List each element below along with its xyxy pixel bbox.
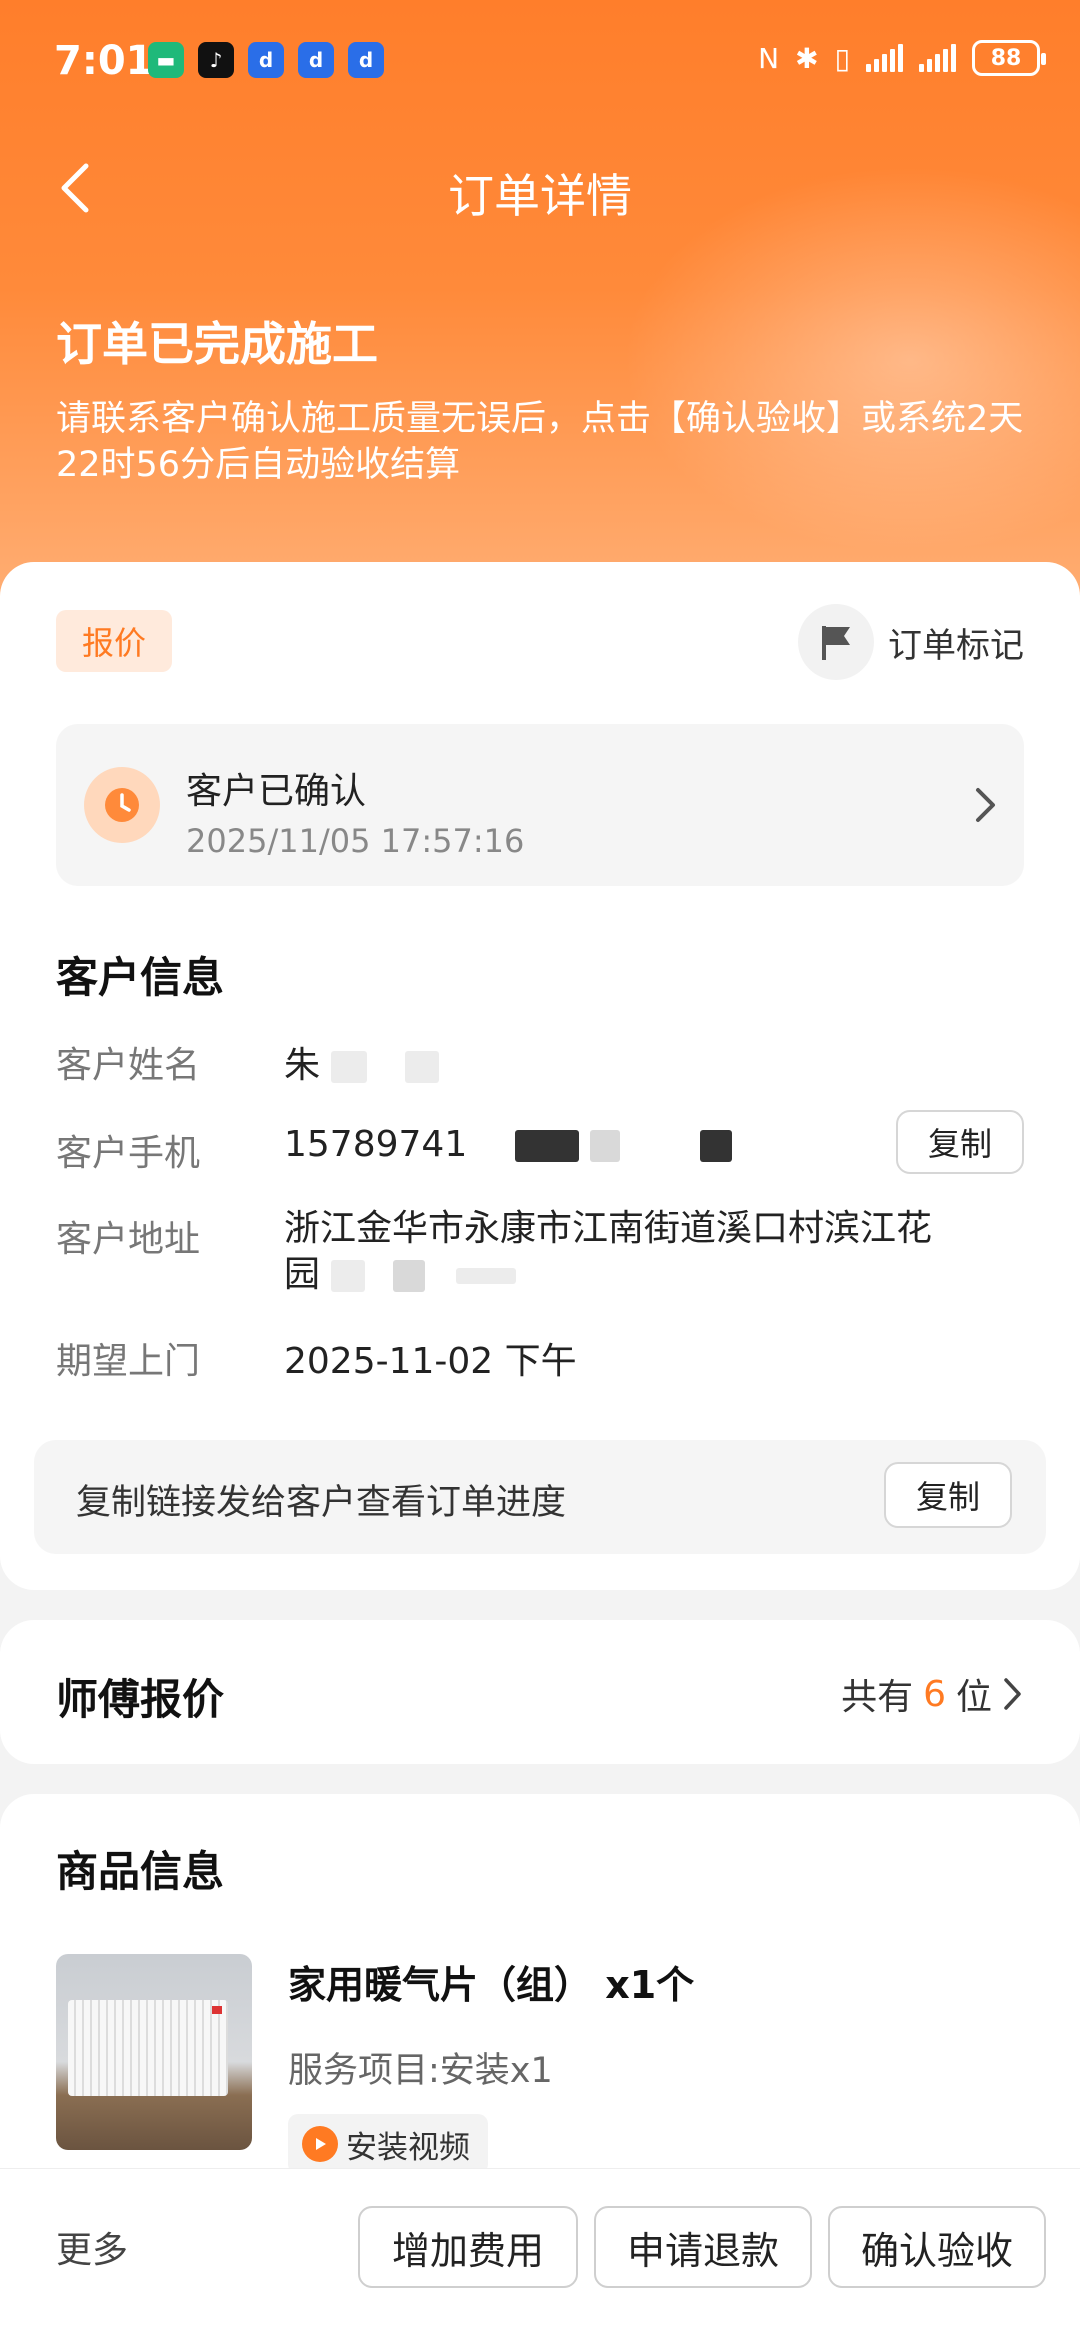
- customer-phone-text: 15789741: [284, 1124, 468, 1165]
- play-icon: [302, 2126, 338, 2162]
- order-info-card: 报价 订单标记 客户已确认 2025/11/05 17:57:16 客户信息 客…: [0, 562, 1080, 1590]
- master-quote-card[interactable]: 师傅报价 共有 6 位: [0, 1620, 1080, 1764]
- count-prefix: 共有: [841, 1677, 914, 1718]
- share-link-text: 复制链接发给客户查看订单进度: [76, 1483, 567, 1523]
- redaction-block: [331, 1260, 366, 1292]
- status-app-icons: ▬ ♪ d d d: [148, 42, 384, 78]
- signal-icon: [866, 44, 903, 72]
- confirm-status-time: 2025/11/05 17:57:16: [186, 822, 525, 860]
- vibrate-icon: ▯: [834, 41, 850, 75]
- count-suffix: 位: [955, 1677, 992, 1718]
- app-notification-icon: d: [348, 42, 384, 78]
- battery-level: 88: [990, 45, 1022, 71]
- flag-icon: [798, 604, 874, 680]
- customer-name-label: 客户姓名: [56, 1045, 201, 1086]
- order-mark-button[interactable]: 订单标记: [798, 604, 1024, 680]
- status-indicators: N ✱ ▯ 88: [758, 40, 1046, 76]
- app-notification-icon: d: [298, 42, 334, 78]
- redaction-block: [456, 1268, 517, 1284]
- clock-icon: [84, 767, 160, 843]
- nfc-icon: N: [758, 41, 780, 75]
- customer-name-text: 朱: [284, 1045, 321, 1086]
- copy-link-button[interactable]: 复制: [884, 1462, 1012, 1528]
- status-bar: 7:01 ▬ ♪ d d d N ✱ ▯ 88: [0, 0, 1080, 120]
- customer-name-value: 朱: [284, 1036, 439, 1088]
- app-notification-icon: ▬: [148, 42, 184, 78]
- customer-address-label: 客户地址: [56, 1219, 201, 1260]
- goods-info-title: 商品信息: [56, 1847, 225, 1896]
- redaction-block: [404, 1051, 439, 1083]
- master-quote-title: 师傅报价: [56, 1675, 225, 1724]
- more-button[interactable]: 更多: [56, 2221, 128, 2273]
- copy-phone-button[interactable]: 复制: [896, 1110, 1024, 1174]
- chevron-right-icon: [1004, 1678, 1021, 1710]
- customer-address-line2-wrap: 园: [284, 1252, 1004, 1298]
- share-link-box: 复制链接发给客户查看订单进度 复制: [34, 1440, 1046, 1554]
- customer-phone-value: 15789741: [284, 1124, 732, 1165]
- order-status-description: 请联系客户确认施工质量无误后，点击【确认验收】或系统2天22时56分后自动验收结…: [56, 399, 1024, 485]
- product-image[interactable]: [56, 1954, 252, 2150]
- redaction-block: [331, 1051, 368, 1083]
- count-number: 6: [923, 1673, 946, 1715]
- confirm-acceptance-button[interactable]: 确认验收: [828, 2206, 1046, 2288]
- redaction-block: [392, 1260, 425, 1292]
- product-service: 服务项目:安装x1: [288, 2051, 553, 2091]
- radiator-illustration: [68, 2000, 228, 2096]
- install-video-label: 安装视频: [346, 2129, 470, 2166]
- confirm-status-title: 客户已确认: [186, 771, 367, 812]
- redaction-block: [699, 1130, 732, 1162]
- customer-confirm-status[interactable]: 客户已确认 2025/11/05 17:57:16: [56, 724, 1024, 886]
- order-type-tag: 报价: [56, 610, 172, 672]
- redaction-block: [590, 1130, 621, 1162]
- install-video-button[interactable]: 安装视频: [288, 2114, 488, 2174]
- signal-icon: [919, 44, 956, 72]
- status-time: 7:01: [54, 38, 154, 84]
- chevron-right-icon: [976, 788, 995, 822]
- customer-info-title: 客户信息: [56, 953, 225, 1002]
- page-title: 订单详情: [448, 169, 632, 223]
- expected-visit-value: 2025-11-02 下午: [284, 1341, 577, 1382]
- customer-address-line1: 浙江金华市永康市江南街道溪口村滨江花: [284, 1208, 933, 1249]
- master-quote-count: 共有 6 位: [841, 1668, 1024, 1720]
- bottom-action-bar: 更多 增加费用 申请退款 确认验收: [0, 2168, 1080, 2331]
- customer-address-line2: 园: [284, 1254, 321, 1295]
- tiktok-icon: ♪: [198, 42, 234, 78]
- battery-icon: 88: [972, 40, 1046, 76]
- order-status-title: 订单已完成施工: [56, 317, 378, 371]
- customer-address-value: 浙江金华市永康市江南街道溪口村滨江花 园: [284, 1206, 1004, 1298]
- expected-visit-label: 期望上门: [56, 1341, 201, 1382]
- add-fee-button[interactable]: 增加费用: [358, 2206, 578, 2288]
- apply-refund-button[interactable]: 申请退款: [594, 2206, 812, 2288]
- order-mark-label: 订单标记: [888, 625, 1024, 666]
- app-notification-icon: d: [248, 42, 284, 78]
- goods-info-card: 商品信息 家用暖气片（组） x1个 服务项目:安装x1 安装视频: [0, 1794, 1080, 2214]
- product-name: 家用暖气片（组） x1个: [288, 1963, 695, 2007]
- customer-phone-label: 客户手机: [56, 1133, 201, 1174]
- bluetooth-icon: ✱: [795, 41, 819, 75]
- redaction-block: [514, 1130, 579, 1162]
